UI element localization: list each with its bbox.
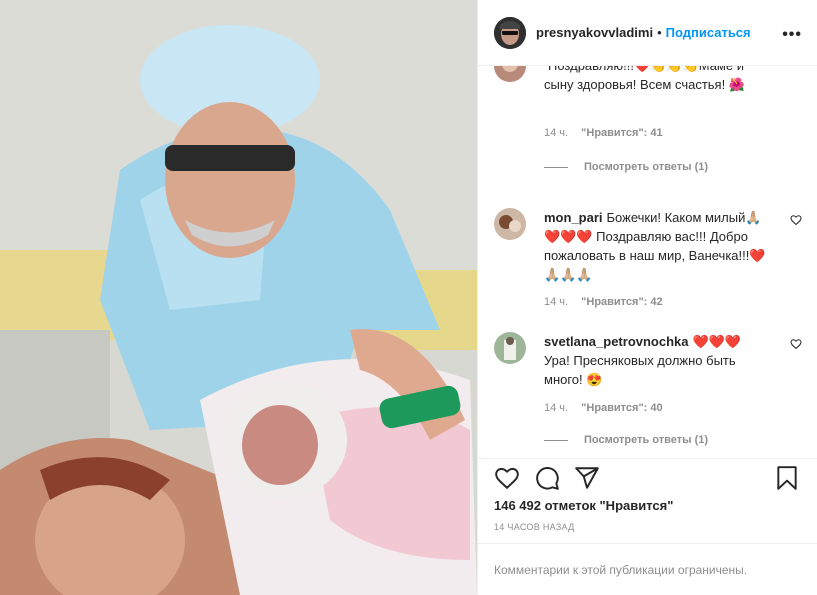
comment-likes[interactable]: "Нравится": 40: [581, 402, 662, 414]
comment-meta: 14 ч. "Нравится": 41: [544, 127, 663, 139]
comments-restricted-notice: Комментарии к этой публикации ограничены…: [478, 543, 817, 595]
replies-divider: [544, 166, 568, 168]
more-options-button[interactable]: •••: [782, 26, 802, 44]
post-photo[interactable]: [0, 0, 477, 595]
view-replies-label: Посмотреть ответы (1): [584, 434, 709, 446]
commenter-avatar[interactable]: [494, 332, 526, 364]
comment-time[interactable]: 14 ч.: [544, 402, 568, 414]
follow-button[interactable]: Подписаться: [666, 25, 751, 40]
author-avatar-image: [494, 16, 526, 49]
instagram-post: presnyakovvladimi • Подписаться ••• Позд…: [0, 0, 817, 595]
author-username[interactable]: presnyakovvladimi: [536, 25, 653, 40]
comment-text-block: mon_pari Божечки! Каком милый🙏🏼❤️❤️❤️ Поз…: [544, 208, 766, 284]
view-replies-button[interactable]: Посмотреть ответы (1): [544, 434, 708, 446]
comment-icon[interactable]: [534, 465, 560, 491]
comment-item: mon_pari Божечки! Каком милый🙏🏼❤️❤️❤️ Поз…: [494, 208, 802, 308]
bookmark-icon[interactable]: [774, 465, 800, 491]
comment-item: svetlana_petrovnochka ❤️❤️❤️ Ура! Пресняк…: [494, 332, 802, 452]
header-separator: •: [657, 25, 662, 40]
comment-meta: 14 ч. "Нравится": 42: [544, 296, 663, 308]
post-side-panel: presnyakovvladimi • Подписаться ••• Позд…: [477, 0, 817, 595]
comment-username[interactable]: mon_pari: [544, 210, 603, 225]
replies-divider: [544, 439, 568, 441]
commenter-avatar[interactable]: [494, 66, 526, 82]
restricted-notice-text: Комментарии к этой публикации ограничены…: [494, 562, 748, 577]
comment-time[interactable]: 14 ч.: [544, 296, 568, 308]
post-timestamp[interactable]: 14 ЧАСОВ НАЗАД: [494, 522, 575, 532]
comment-text: Поздравляю!!!❤️👏👏👏Маме и сыну здоровья! …: [544, 66, 746, 92]
commenter-avatar-image: [494, 66, 526, 82]
author-avatar[interactable]: [494, 16, 526, 49]
comment-text-block: svetlana_petrovnochka ❤️❤️❤️ Ура! Пресняк…: [544, 332, 766, 389]
commenter-avatar-image: [494, 332, 526, 364]
comment-likes[interactable]: "Нравится": 41: [581, 127, 662, 139]
comment-username[interactable]: svetlana_petrovnochka: [544, 334, 689, 349]
likes-count[interactable]: 146 492 отметок "Нравится": [494, 498, 673, 513]
view-replies-button[interactable]: Посмотреть ответы (1): [544, 161, 708, 173]
comment-item: Поздравляю!!!❤️👏👏👏Маме и сыну здоровья! …: [494, 66, 802, 186]
comment-meta: 14 ч. "Нравится": 40: [544, 402, 663, 414]
newborn-hospital-photo: [0, 0, 477, 595]
post-header: presnyakovvladimi • Подписаться •••: [478, 0, 817, 66]
comments-list[interactable]: Поздравляю!!!❤️👏👏👏Маме и сыну здоровья! …: [478, 66, 817, 458]
comment-text-block: Поздравляю!!!❤️👏👏👏Маме и сыну здоровья! …: [544, 66, 766, 94]
heart-icon[interactable]: [494, 465, 520, 491]
commenter-avatar-image: [494, 208, 526, 240]
heart-outline-icon[interactable]: [790, 214, 802, 226]
share-icon[interactable]: [574, 465, 600, 491]
action-bar: [478, 458, 817, 498]
view-replies-label: Посмотреть ответы (1): [584, 161, 709, 173]
commenter-avatar[interactable]: [494, 208, 526, 240]
comment-likes[interactable]: "Нравится": 42: [581, 296, 662, 308]
heart-outline-icon[interactable]: [790, 338, 802, 350]
comment-time[interactable]: 14 ч.: [544, 127, 568, 139]
